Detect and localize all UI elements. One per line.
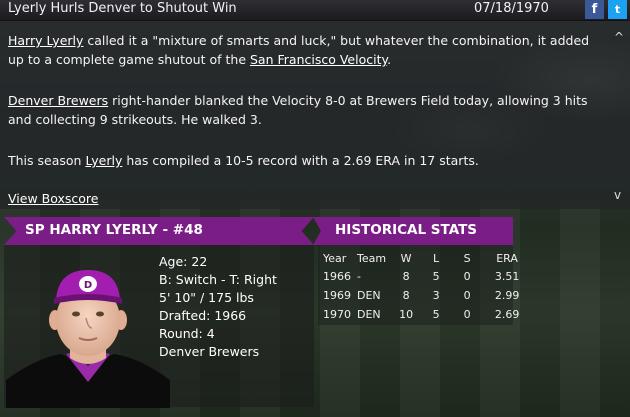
historical-stats-title: HISTORICAL STATS xyxy=(335,222,478,238)
column-header-saves: S xyxy=(463,251,471,265)
scroll-up-icon[interactable]: ^ xyxy=(614,30,624,44)
player-link-lyerly[interactable]: Lyerly xyxy=(85,153,122,168)
column-header-losses: L xyxy=(433,251,440,265)
player-drafted: Drafted: 1966 xyxy=(159,308,247,323)
cell-year: 1966 xyxy=(323,270,351,283)
column-header-team: Team xyxy=(357,251,387,265)
view-boxscore-link[interactable]: View Boxscore xyxy=(8,191,98,206)
player-photo: D xyxy=(6,270,170,408)
player-link[interactable]: Harry Lyerly xyxy=(8,33,83,48)
column-header-wins: W xyxy=(400,251,412,265)
article-paragraph-3: This season Lyerly has compiled a 10-5 r… xyxy=(8,153,479,168)
cell-losses: 3 xyxy=(432,289,440,302)
table-row: 1970 DEN 10 5 0 2.69 xyxy=(320,305,529,324)
player-info: Age: 22 B: Switch - T: Right 5' 10" / 17… xyxy=(159,253,277,361)
cell-team: DEN xyxy=(357,289,381,302)
team-link-brewers[interactable]: Denver Brewers xyxy=(8,93,108,108)
svg-text:D: D xyxy=(84,280,92,291)
player-bats-throws: B: Switch - T: Right xyxy=(159,272,277,287)
cell-losses: 5 xyxy=(432,270,440,283)
column-header-era: ERA xyxy=(496,251,518,265)
cell-saves: 0 xyxy=(463,289,471,302)
team-link-velocity[interactable]: San Francisco Velocity xyxy=(250,52,387,67)
article-paragraph-2: Denver Brewers right-hander blanked the … xyxy=(8,93,588,127)
cell-saves: 0 xyxy=(463,270,471,283)
twitter-icon[interactable]: t xyxy=(608,0,627,19)
facebook-icon[interactable]: f xyxy=(585,0,604,19)
table-header-row: Year Team W L S ERA xyxy=(320,249,529,267)
table-row: 1966 - 8 5 0 3.51 xyxy=(320,267,529,286)
article-date: 07/18/1970 xyxy=(474,1,549,16)
news-header: Lyerly Hurls Denver to Shutout Win 07/18… xyxy=(0,0,630,21)
cell-era: 2.99 xyxy=(494,289,520,302)
article-paragraph-1: Harry Lyerly called it a "mixture of sma… xyxy=(8,33,590,67)
cell-saves: 0 xyxy=(463,308,471,321)
cell-wins: 10 xyxy=(399,308,414,321)
scroll-down-icon[interactable]: v xyxy=(614,188,621,202)
player-team: Denver Brewers xyxy=(159,344,260,359)
cell-wins: 8 xyxy=(402,270,410,283)
article-body: Harry Lyerly called it a "mixture of sma… xyxy=(0,21,630,209)
cell-losses: 5 xyxy=(432,308,440,321)
player-round: Round: 4 xyxy=(159,326,215,341)
cell-year: 1970 xyxy=(323,308,351,321)
column-header-year: Year xyxy=(323,251,347,265)
table-row: 1969 DEN 8 3 0 2.99 xyxy=(320,286,529,305)
player-height-weight: 5' 10" / 175 lbs xyxy=(159,290,254,305)
headline: Lyerly Hurls Denver to Shutout Win xyxy=(8,1,237,16)
cell-year: 1969 xyxy=(323,289,351,302)
player-age: Age: 22 xyxy=(159,254,208,269)
cell-era: 2.69 xyxy=(494,308,520,321)
historical-stats-table: Year Team W L S ERA 1966 - 8 5 0 3.51 19… xyxy=(320,249,529,324)
cell-team: - xyxy=(357,270,361,283)
cell-team: DEN xyxy=(357,308,381,321)
player-banner-title: SP HARRY LYERLY - #48 xyxy=(25,222,203,238)
cell-era: 3.51 xyxy=(494,270,520,283)
cell-wins: 8 xyxy=(402,289,410,302)
